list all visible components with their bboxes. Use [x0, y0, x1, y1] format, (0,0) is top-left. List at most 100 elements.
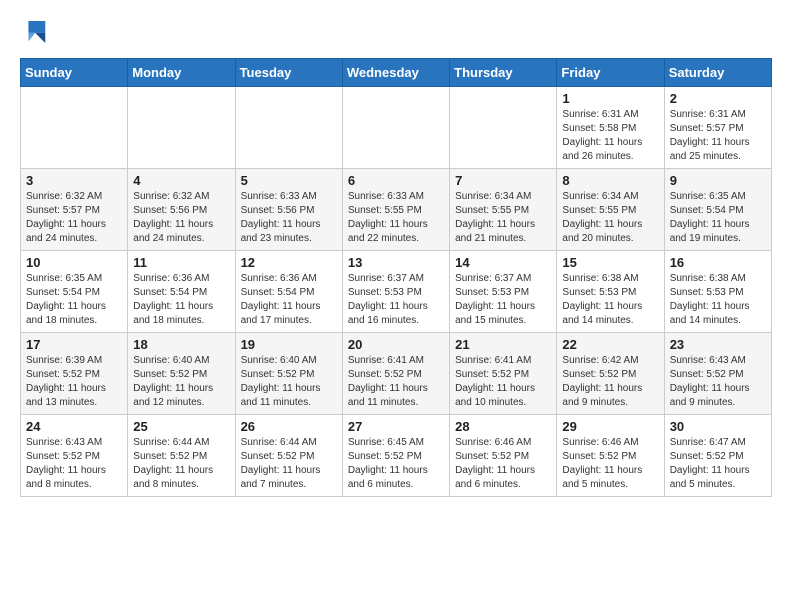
week-row-3: 10Sunrise: 6:35 AM Sunset: 5:54 PM Dayli…	[21, 251, 772, 333]
day-info: Sunrise: 6:40 AM Sunset: 5:52 PM Dayligh…	[241, 354, 337, 410]
day-info: Sunrise: 6:44 AM Sunset: 5:52 PM Dayligh…	[133, 436, 229, 492]
day-number: 16	[670, 255, 766, 270]
day-number: 23	[670, 337, 766, 352]
day-info: Sunrise: 6:47 AM Sunset: 5:52 PM Dayligh…	[670, 436, 766, 492]
weekday-header-tuesday: Tuesday	[235, 59, 342, 87]
day-cell: 15Sunrise: 6:38 AM Sunset: 5:53 PM Dayli…	[557, 251, 664, 333]
day-number: 7	[455, 173, 551, 188]
day-info: Sunrise: 6:31 AM Sunset: 5:57 PM Dayligh…	[670, 108, 766, 164]
day-number: 17	[26, 337, 122, 352]
day-cell: 14Sunrise: 6:37 AM Sunset: 5:53 PM Dayli…	[450, 251, 557, 333]
day-cell: 7 Sunrise: 6:34 AM Sunset: 5:55 PM Daylig…	[450, 169, 557, 251]
day-info: Sunrise: 6:39 AM Sunset: 5:52 PM Dayligh…	[26, 354, 122, 410]
day-number: 29	[562, 419, 658, 434]
day-info: Sunrise: 6:35 AM Sunset: 5:54 PM Dayligh…	[670, 190, 766, 246]
day-cell: 20Sunrise: 6:41 AM Sunset: 5:52 PM Dayli…	[342, 333, 449, 415]
day-info: Sunrise: 6:33 AM Sunset: 5:56 PM Dayligh…	[241, 190, 337, 246]
day-number: 13	[348, 255, 444, 270]
day-number: 6	[348, 173, 444, 188]
weekday-header-sunday: Sunday	[21, 59, 128, 87]
day-cell: 18 Sunrise: 6:40 AM Sunset: 5:52 PM Dayli…	[128, 333, 235, 415]
day-number: 24	[26, 419, 122, 434]
week-row-2: 3Sunrise: 6:32 AM Sunset: 5:57 PM Daylig…	[21, 169, 772, 251]
weekday-header-monday: Monday	[128, 59, 235, 87]
day-cell: 26 Sunrise: 6:44 AM Sunset: 5:52 PM Dayli…	[235, 415, 342, 497]
day-number: 20	[348, 337, 444, 352]
day-cell: 19Sunrise: 6:40 AM Sunset: 5:52 PM Dayli…	[235, 333, 342, 415]
day-number: 10	[26, 255, 122, 270]
day-info: Sunrise: 6:38 AM Sunset: 5:53 PM Dayligh…	[670, 272, 766, 328]
day-cell: 10Sunrise: 6:35 AM Sunset: 5:54 PM Dayli…	[21, 251, 128, 333]
day-cell	[128, 87, 235, 169]
day-info: Sunrise: 6:46 AM Sunset: 5:52 PM Dayligh…	[455, 436, 551, 492]
day-cell: 27 Sunrise: 6:45 AM Sunset: 5:52 PM Dayli…	[342, 415, 449, 497]
day-info: Sunrise: 6:34 AM Sunset: 5:55 PM Dayligh…	[562, 190, 658, 246]
day-info: Sunrise: 6:43 AM Sunset: 5:52 PM Dayligh…	[26, 436, 122, 492]
weekday-header-thursday: Thursday	[450, 59, 557, 87]
day-info: Sunrise: 6:34 AM Sunset: 5:55 PM Dayligh…	[455, 190, 551, 246]
weekday-header-saturday: Saturday	[664, 59, 771, 87]
day-info: Sunrise: 6:45 AM Sunset: 5:52 PM Dayligh…	[348, 436, 444, 492]
day-number: 30	[670, 419, 766, 434]
day-cell: 17 Sunrise: 6:39 AM Sunset: 5:52 PM Dayli…	[21, 333, 128, 415]
day-number: 22	[562, 337, 658, 352]
day-cell: 9 Sunrise: 6:35 AM Sunset: 5:54 PM Daylig…	[664, 169, 771, 251]
day-info: Sunrise: 6:46 AM Sunset: 5:52 PM Dayligh…	[562, 436, 658, 492]
day-info: Sunrise: 6:36 AM Sunset: 5:54 PM Dayligh…	[241, 272, 337, 328]
weekday-header-wednesday: Wednesday	[342, 59, 449, 87]
day-cell	[235, 87, 342, 169]
day-number: 28	[455, 419, 551, 434]
day-cell: 22Sunrise: 6:42 AM Sunset: 5:52 PM Dayli…	[557, 333, 664, 415]
day-info: Sunrise: 6:43 AM Sunset: 5:52 PM Dayligh…	[670, 354, 766, 410]
day-number: 1	[562, 91, 658, 106]
weekday-header-friday: Friday	[557, 59, 664, 87]
day-cell: 6Sunrise: 6:33 AM Sunset: 5:55 PM Daylig…	[342, 169, 449, 251]
day-number: 12	[241, 255, 337, 270]
day-info: Sunrise: 6:37 AM Sunset: 5:53 PM Dayligh…	[348, 272, 444, 328]
day-number: 25	[133, 419, 229, 434]
day-info: Sunrise: 6:32 AM Sunset: 5:56 PM Dayligh…	[133, 190, 229, 246]
day-number: 9	[670, 173, 766, 188]
header	[20, 16, 772, 48]
day-cell: 11 Sunrise: 6:36 AM Sunset: 5:54 PM Dayli…	[128, 251, 235, 333]
day-cell: 25 Sunrise: 6:44 AM Sunset: 5:52 PM Dayli…	[128, 415, 235, 497]
day-number: 26	[241, 419, 337, 434]
day-cell	[21, 87, 128, 169]
day-cell: 28 Sunrise: 6:46 AM Sunset: 5:52 PM Dayli…	[450, 415, 557, 497]
day-info: Sunrise: 6:32 AM Sunset: 5:57 PM Dayligh…	[26, 190, 122, 246]
logo	[20, 16, 56, 48]
day-cell	[450, 87, 557, 169]
weekday-header-row: SundayMondayTuesdayWednesdayThursdayFrid…	[21, 59, 772, 87]
week-row-4: 17 Sunrise: 6:39 AM Sunset: 5:52 PM Dayli…	[21, 333, 772, 415]
day-cell: 23 Sunrise: 6:43 AM Sunset: 5:52 PM Dayli…	[664, 333, 771, 415]
day-cell: 29 Sunrise: 6:46 AM Sunset: 5:52 PM Dayli…	[557, 415, 664, 497]
day-number: 21	[455, 337, 551, 352]
day-number: 18	[133, 337, 229, 352]
day-info: Sunrise: 6:44 AM Sunset: 5:52 PM Dayligh…	[241, 436, 337, 492]
week-row-5: 24 Sunrise: 6:43 AM Sunset: 5:52 PM Dayli…	[21, 415, 772, 497]
day-info: Sunrise: 6:36 AM Sunset: 5:54 PM Dayligh…	[133, 272, 229, 328]
day-info: Sunrise: 6:41 AM Sunset: 5:52 PM Dayligh…	[455, 354, 551, 410]
day-cell: 8 Sunrise: 6:34 AM Sunset: 5:55 PM Daylig…	[557, 169, 664, 251]
day-number: 14	[455, 255, 551, 270]
day-cell: 30 Sunrise: 6:47 AM Sunset: 5:52 PM Dayli…	[664, 415, 771, 497]
calendar: SundayMondayTuesdayWednesdayThursdayFrid…	[20, 58, 772, 497]
day-number: 4	[133, 173, 229, 188]
day-number: 27	[348, 419, 444, 434]
day-number: 11	[133, 255, 229, 270]
day-cell: 3Sunrise: 6:32 AM Sunset: 5:57 PM Daylig…	[21, 169, 128, 251]
day-cell: 4 Sunrise: 6:32 AM Sunset: 5:56 PM Daylig…	[128, 169, 235, 251]
day-info: Sunrise: 6:40 AM Sunset: 5:52 PM Dayligh…	[133, 354, 229, 410]
day-cell: 13 Sunrise: 6:37 AM Sunset: 5:53 PM Dayli…	[342, 251, 449, 333]
day-cell: 2Sunrise: 6:31 AM Sunset: 5:57 PM Daylig…	[664, 87, 771, 169]
day-cell: 21 Sunrise: 6:41 AM Sunset: 5:52 PM Dayli…	[450, 333, 557, 415]
day-cell: 5 Sunrise: 6:33 AM Sunset: 5:56 PM Daylig…	[235, 169, 342, 251]
day-number: 5	[241, 173, 337, 188]
day-cell: 12 Sunrise: 6:36 AM Sunset: 5:54 PM Dayli…	[235, 251, 342, 333]
page: SundayMondayTuesdayWednesdayThursdayFrid…	[0, 0, 792, 612]
day-cell	[342, 87, 449, 169]
day-info: Sunrise: 6:38 AM Sunset: 5:53 PM Dayligh…	[562, 272, 658, 328]
logo-icon	[20, 16, 52, 48]
day-number: 8	[562, 173, 658, 188]
day-info: Sunrise: 6:31 AM Sunset: 5:58 PM Dayligh…	[562, 108, 658, 164]
